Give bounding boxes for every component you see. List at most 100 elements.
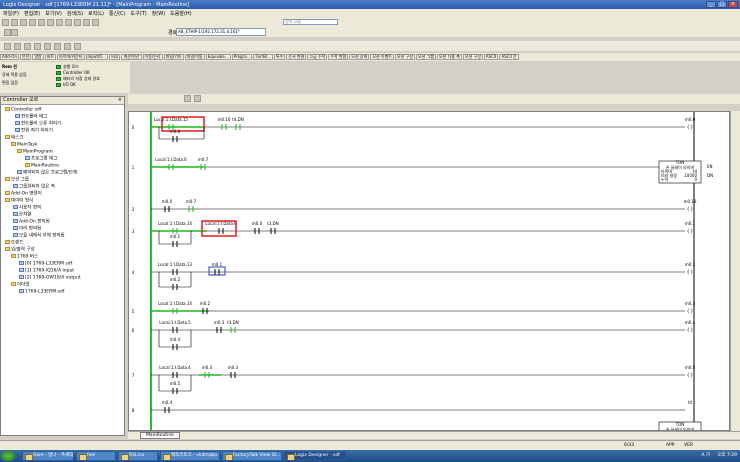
tree-item-mainprogram[interactable]: MainProgram	[17, 149, 53, 156]
instruction-tab[interactable]: 파일/이동	[184, 54, 205, 60]
branch-icon[interactable]	[14, 42, 21, 50]
xic-icon[interactable]	[24, 42, 31, 50]
online-icon[interactable]	[4, 28, 11, 36]
tree-item-trends[interactable]: 트렌드	[5, 240, 23, 247]
organizer-close-icon[interactable]: ×	[118, 97, 122, 104]
tree-item-io-config[interactable]: 입/출력 구성	[5, 247, 35, 254]
tree-item-ungrouped-axes[interactable]: 그룹화되지 않은 축	[13, 184, 55, 191]
instruction-tab[interactable]: Add-On	[0, 54, 19, 60]
instruction-tab[interactable]: 안전	[19, 54, 32, 60]
zoom-icon[interactable]	[184, 95, 191, 102]
instruction-tab[interactable]: ASCII	[483, 54, 499, 60]
tray-ime[interactable]: A 가	[701, 452, 710, 458]
instruction-tab[interactable]: Equivale...	[205, 54, 231, 60]
instruction-tab[interactable]: 모션 다중 축	[436, 54, 462, 60]
menu-view[interactable]: 보기(V)	[45, 10, 62, 17]
tree-item-module-l33erm[interactable]: [0] 1769-L33ERM sdf	[19, 261, 72, 268]
taskbar-button[interactable]: FactoryTalk View St...	[222, 451, 282, 461]
instruction-tab[interactable]: 모션 그룹	[415, 54, 436, 60]
tree-item-mainroutine[interactable]: MainRoutine	[25, 163, 59, 170]
path-combo[interactable]: AB_ETHIP-1\192.172.31.4.161*	[176, 28, 266, 36]
instruction-tab[interactable]: 모션 구성	[462, 54, 483, 60]
tree-item-strings[interactable]: 문자열	[13, 212, 31, 219]
menu-search[interactable]: 검색(S)	[67, 10, 83, 17]
maximize-button[interactable]: □	[717, 1, 727, 8]
cut-icon[interactable]	[38, 18, 45, 26]
tree-item-powerup-handler[interactable]: 전원 켜기 처리기	[15, 128, 53, 135]
taskbar-button[interactable]: Logix Designer - sdf	[284, 451, 346, 461]
start-button[interactable]	[1, 451, 15, 461]
instruction-tab[interactable]: Input/O...	[85, 54, 109, 60]
redo-icon[interactable]	[74, 18, 81, 26]
print-icon[interactable]	[29, 18, 36, 26]
tree-item-maintask[interactable]: MainTask	[11, 142, 37, 149]
taskbar-button[interactable]: RSLinx	[118, 451, 158, 461]
tree-item-data-types[interactable]: 데이터 형식	[5, 198, 33, 205]
ote-icon[interactable]	[44, 42, 51, 50]
tree-item-fault-handler[interactable]: 컨트롤러 오류 처리기	[15, 121, 61, 128]
menu-help[interactable]: 도움말(H)	[170, 10, 191, 17]
goto-icon[interactable]	[194, 95, 201, 102]
vertical-scrollbar[interactable]	[730, 111, 740, 431]
instruction-tab[interactable]: 고급 수학	[307, 54, 328, 60]
download-icon[interactable]	[11, 28, 18, 36]
tree-item-bus-1769[interactable]: 1769 버스	[11, 254, 38, 261]
instruction-tab[interactable]: 비교	[109, 54, 121, 60]
tree-item-predefined[interactable]: 미리 정의됨	[13, 226, 41, 233]
tree-item-addon-instructions[interactable]: Add-On 명령어	[5, 191, 42, 198]
instruction-tab[interactable]: ASCII 문	[499, 54, 519, 60]
instruction-tab[interactable]: 이동/논리	[142, 54, 163, 60]
instruction-tab[interactable]: 모션 구성	[394, 54, 415, 60]
instruction-tab[interactable]: 순서 변환	[286, 54, 307, 60]
tree-item-motion-groups[interactable]: 모션 그룹	[5, 177, 29, 184]
routine-tab[interactable]: MainRoutine	[140, 432, 180, 439]
tree-item-tasks[interactable]: 태스크	[5, 135, 23, 142]
otl-icon[interactable]	[54, 42, 61, 50]
menu-communications[interactable]: 통신(C)	[109, 10, 126, 17]
menu-edit[interactable]: 편집(E)	[24, 10, 40, 17]
instruction-tab[interactable]: Progra...	[231, 54, 253, 60]
taskbar-button[interactable]: Gom - 말나 - 폭세대...	[22, 451, 74, 461]
open-icon[interactable]	[11, 18, 18, 26]
menu-window[interactable]: 창(W)	[152, 10, 165, 17]
instruction-tab[interactable]: 파일/기타	[163, 54, 184, 60]
tree-item-addon-defined[interactable]: Add-On 정의됨	[13, 219, 50, 226]
save-icon[interactable]	[20, 18, 27, 26]
close-button[interactable]: ×	[728, 1, 738, 8]
minimize-button[interactable]: _	[706, 1, 716, 8]
menu-tools[interactable]: 도구(T)	[131, 10, 147, 17]
menu-file[interactable]: 파일(F)	[3, 10, 19, 17]
tree-item-module-defined[interactable]: 모듈 내에서 자체 정의됨	[13, 233, 65, 240]
instruction-tab[interactable]: 모션 상태	[349, 54, 370, 60]
paste-icon[interactable]	[56, 18, 63, 26]
tree-item-controller[interactable]: Controller sdf	[5, 107, 41, 114]
verify-icon[interactable]	[92, 18, 99, 26]
instruction-tab[interactable]: 비트	[44, 54, 57, 60]
instruction-tab[interactable]: 모션 이벤트	[370, 54, 394, 60]
instruction-tab[interactable]: For/Br...	[253, 54, 273, 60]
taskbar-button[interactable]: feel	[76, 451, 116, 461]
instruction-tab[interactable]: 수학 변환	[328, 54, 349, 60]
tree-item-program-tags[interactable]: 프로그램 태그	[25, 156, 57, 163]
tree-item-ethernet[interactable]: 이더넷	[11, 282, 29, 289]
instruction-tab[interactable]: 계산/연산	[121, 54, 142, 60]
horizontal-scrollbar[interactable]	[128, 431, 740, 439]
tree-item-ethernet-l33erm[interactable]: 1769-L33ERM sdf	[19, 289, 64, 296]
tree-item-module-ow16[interactable]: [2] 1769-OW16/A output	[19, 275, 81, 282]
xio-icon[interactable]	[34, 42, 41, 50]
tree-item-module-iq16[interactable]: [1] 1769-IQ16/A input	[19, 268, 74, 275]
new-icon[interactable]	[2, 18, 9, 26]
instruction-tab[interactable]: 특수	[273, 54, 286, 60]
instruction-tab[interactable]: 타이머/카운터	[57, 54, 85, 60]
find-icon[interactable]	[83, 18, 90, 26]
tree-item-user-defined[interactable]: 사용자 정의	[13, 205, 41, 212]
copy-icon[interactable]	[47, 18, 54, 26]
tree-item-unscheduled[interactable]: 예약되지 않은 프로그램/단계	[17, 170, 77, 177]
search-input[interactable]: 검색 모듈	[283, 19, 338, 25]
rung-icon[interactable]	[4, 42, 11, 50]
instruction-tab[interactable]: 알람	[32, 54, 44, 60]
otu-icon[interactable]	[64, 42, 71, 50]
tree-item-controller-tags[interactable]: 컨트롤러 태그	[15, 114, 47, 121]
menu-logic[interactable]: 로직(L)	[88, 10, 104, 17]
taskbar-button[interactable]: 팩토리토크 - vkdmqkp...	[160, 451, 220, 461]
